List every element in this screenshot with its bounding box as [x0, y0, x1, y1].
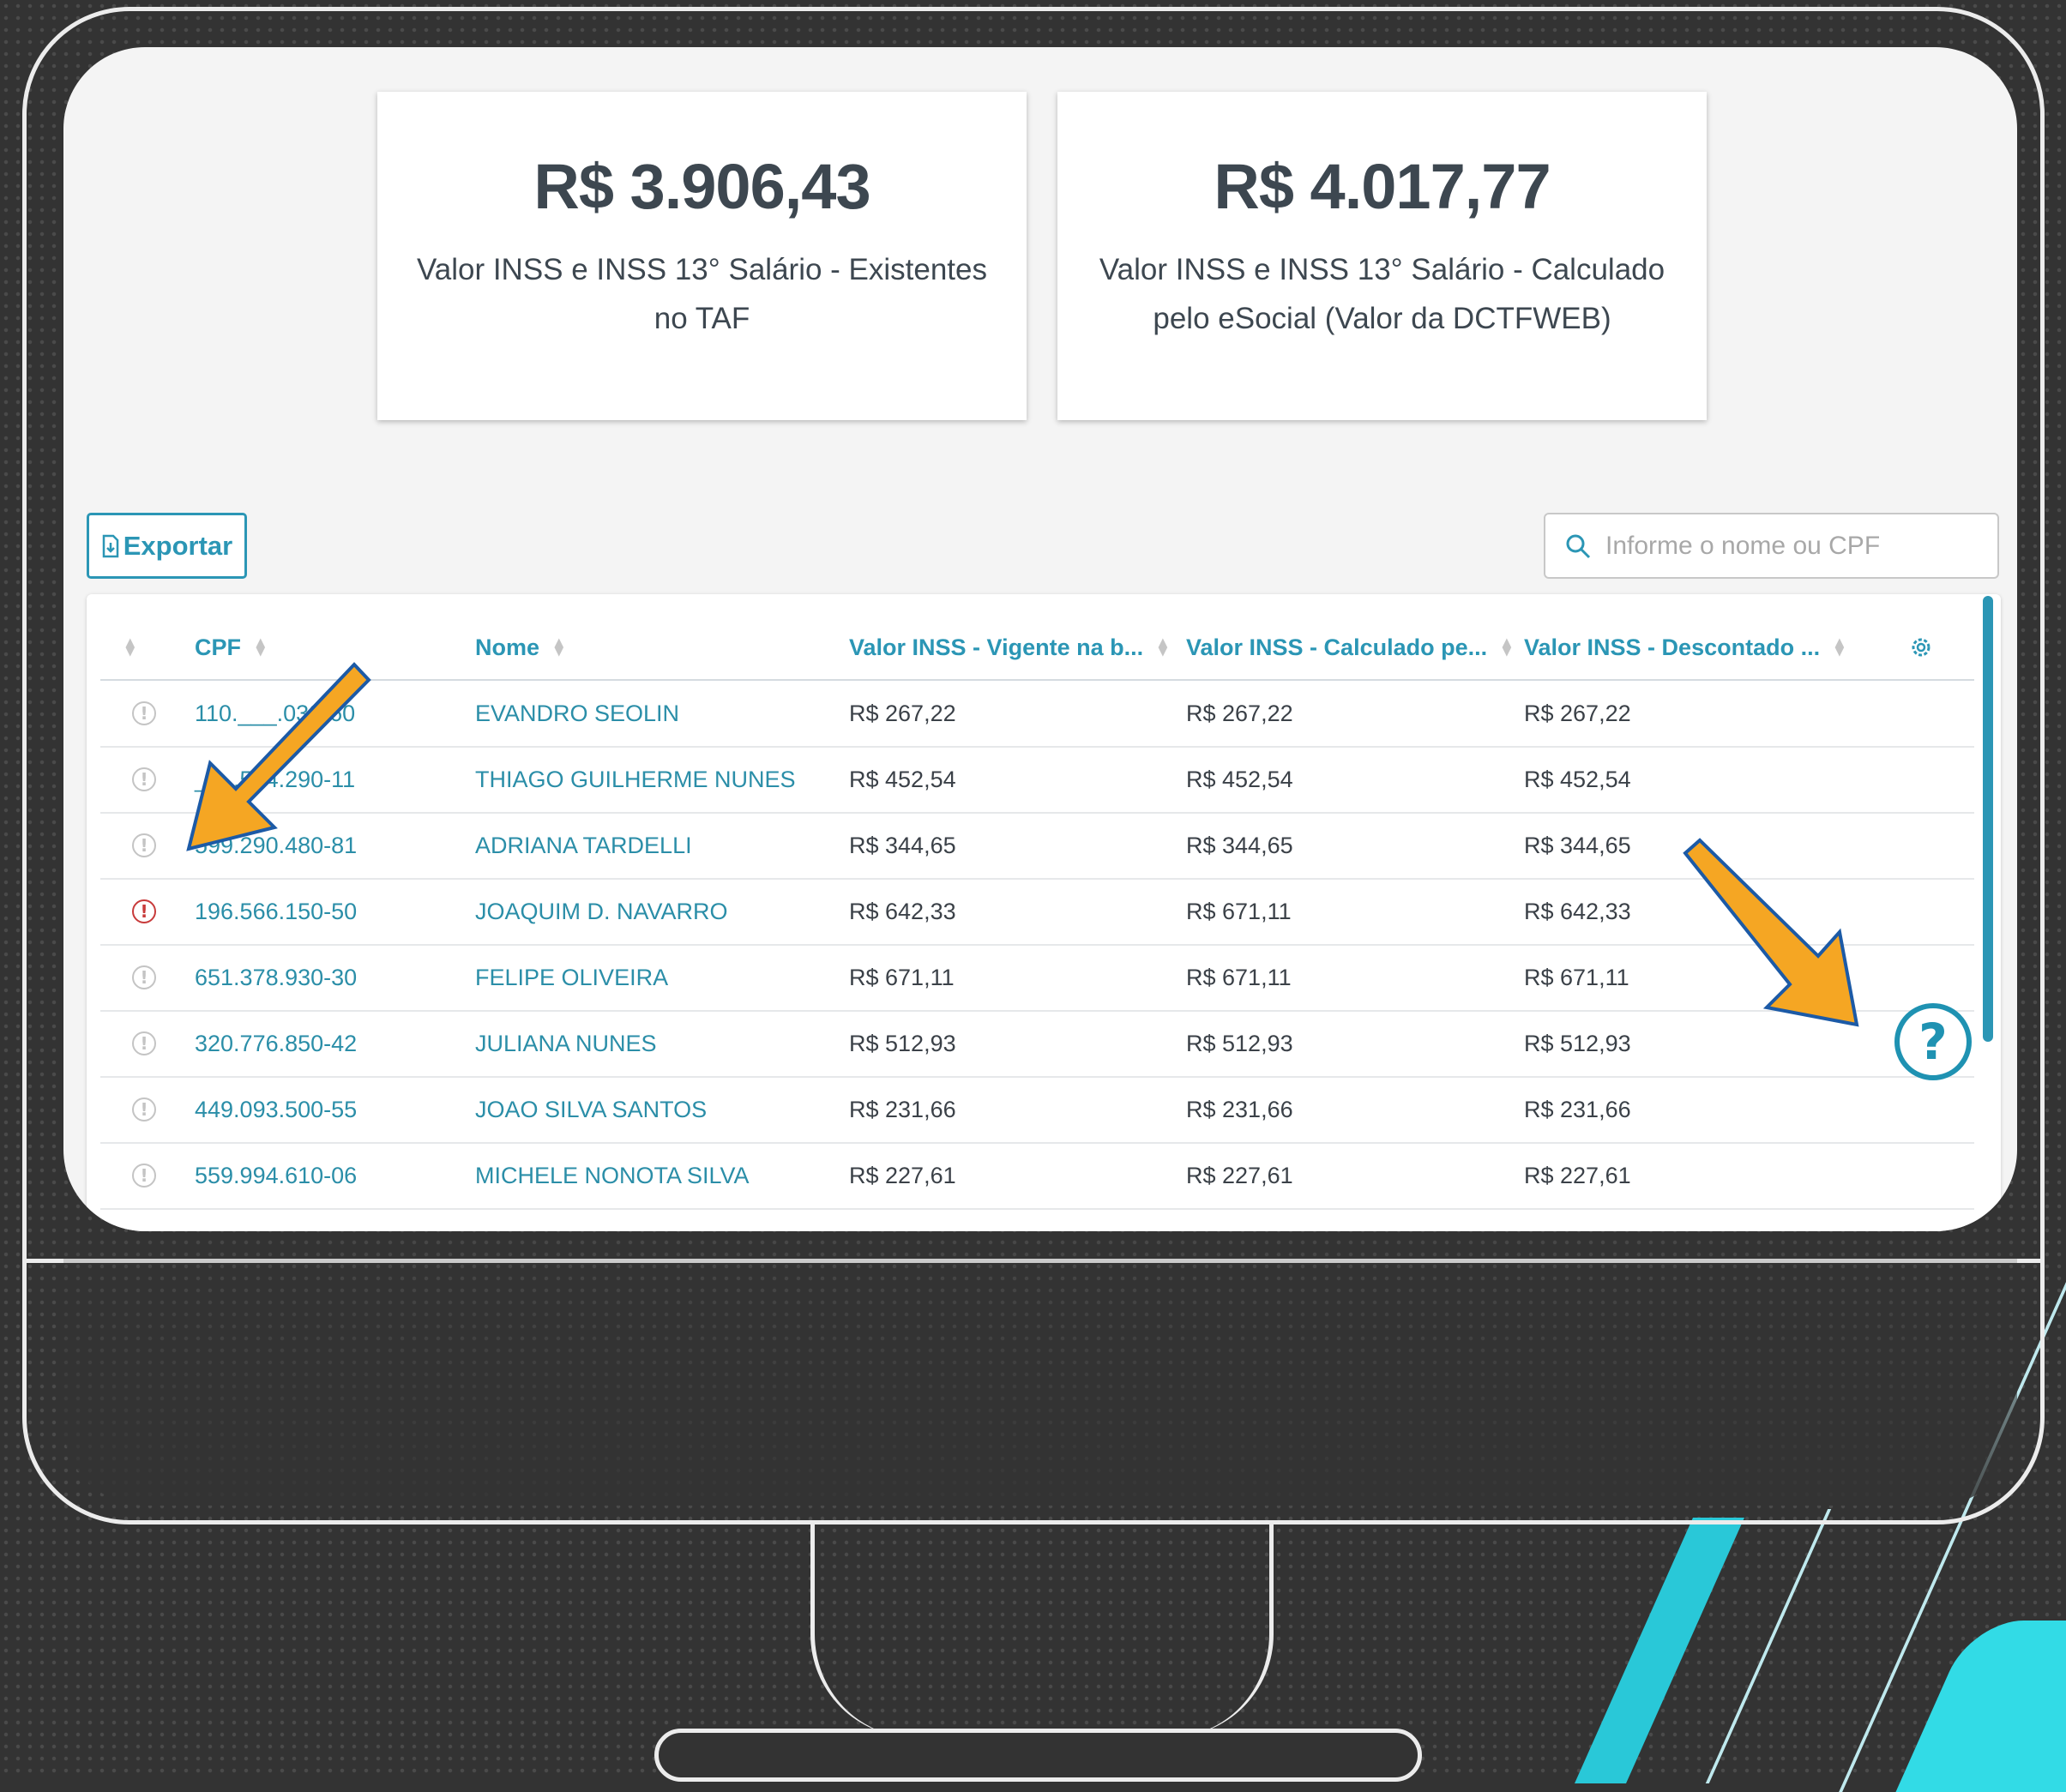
monitor-stand-base: [654, 1729, 1422, 1782]
nome-cell[interactable]: JOAQUIM D. NAVARRO: [475, 879, 728, 944]
vigente-cell: R$ 642,33: [849, 898, 956, 924]
info-alert-icon[interactable]: !: [132, 965, 156, 989]
summary-value: R$ 3.906,43: [533, 151, 870, 222]
status-cell: !: [132, 681, 156, 746]
vigente-cell: R$ 452,54: [849, 766, 956, 792]
column-header-descontado[interactable]: Valor INSS - Descontado ... ▴ ▾: [1524, 616, 1844, 679]
arrow-down-left-icon: [186, 662, 371, 851]
screen-reflection: 559.994.610-06MICHELE NONOTA SILVAR$ 227…: [63, 1231, 2017, 1506]
descontado-cell: R$ 231,66: [1524, 1096, 1631, 1122]
cpf-cell[interactable]: 196.566.150-50: [195, 879, 357, 944]
vigente-cell: R$ 267,22: [849, 700, 956, 726]
table-header: ▴ ▾ CPF ▴ ▾ Nome ▴ ▾ Valor INSS - Vigente n…: [100, 616, 1974, 681]
status-cell: !: [132, 747, 156, 812]
summary-card-esocial: R$ 4.017,77 Valor INSS e INSS 13° Salári…: [1057, 92, 1707, 420]
status-cell: !: [132, 1011, 156, 1076]
descontado-cell: R$ 227,61: [1524, 1162, 1631, 1188]
sort-icon: ▴ ▾: [1159, 634, 1167, 660]
summary-label: Valor INSS e INSS 13° Salário - Calculad…: [1099, 253, 1665, 335]
vigente-cell: R$ 344,65: [849, 832, 956, 858]
vigente-cell: R$ 227,61: [849, 1162, 956, 1188]
sort-icon: ▴ ▾: [555, 634, 563, 660]
column-header-label: Nome: [475, 634, 540, 660]
question-circle-icon[interactable]: ?: [1894, 1003, 1972, 1080]
nome-cell[interactable]: ADRIANA TARDELLI: [475, 813, 692, 878]
sort-icon: ▴ ▾: [1835, 634, 1844, 660]
cpf-cell[interactable]: 651.378.930-30: [195, 945, 357, 1010]
export-label: Exportar: [123, 530, 233, 561]
cpf-cell[interactable]: 320.776.850-42: [195, 1011, 357, 1076]
info-alert-icon[interactable]: !: [132, 1164, 156, 1188]
nome-cell[interactable]: THIAGO GUILHERME NUNES: [475, 747, 796, 812]
summary-card-taf: R$ 3.906,43 Valor INSS e INSS 13° Salári…: [377, 92, 1027, 420]
calculado-cell: R$ 671,11: [1186, 964, 1292, 990]
descontado-cell: R$ 344,65: [1524, 832, 1631, 858]
nome-cell[interactable]: JULIANA NUNES: [475, 1011, 657, 1076]
summary-label: Valor INSS e INSS 13° Salário - Existent…: [416, 253, 988, 335]
app-screen: R$ 3.906,43 Valor INSS e INSS 13° Salári…: [63, 47, 2017, 1231]
descontado-cell: R$ 452,54: [1524, 766, 1631, 792]
info-alert-icon[interactable]: !: [132, 833, 156, 857]
calculado-cell: R$ 344,65: [1186, 832, 1293, 858]
vigente-cell: R$ 671,11: [849, 964, 955, 990]
calculado-cell: R$ 671,11: [1186, 898, 1292, 924]
table-row[interactable]: ! 110.___.030-60 EVANDRO SEOLIN R$ 267,22 R$…: [100, 681, 1974, 748]
arrow-down-right-icon: [1683, 838, 1859, 1027]
calculado-cell: R$ 231,66: [1186, 1096, 1293, 1122]
export-button[interactable]: Exportar: [87, 513, 247, 579]
descontado-cell: R$ 642,33: [1524, 898, 1631, 924]
cpf-cell[interactable]: 449.093.500-55: [195, 1077, 357, 1142]
sort-icon: ▴ ▾: [126, 634, 135, 660]
reflection-fade: [63, 1231, 2017, 1506]
table-row[interactable]: ! ___.564.290-11 THIAGO GUILHERME NUNES R$ …: [100, 747, 1974, 814]
table-scrollbar[interactable]: [1983, 596, 1993, 1042]
column-header-label: Valor INSS - Calculado pe...: [1186, 634, 1488, 660]
nome-cell[interactable]: EVANDRO SEOLIN: [475, 681, 679, 746]
calculado-cell: R$ 512,93: [1186, 1030, 1293, 1056]
sort-icon: ▴ ▾: [1503, 634, 1511, 660]
status-cell: !: [132, 879, 156, 944]
search-icon: [1566, 534, 1591, 558]
status-cell: !: [132, 1077, 156, 1142]
column-header-vigente[interactable]: Valor INSS - Vigente na b... ▴ ▾: [849, 616, 1167, 679]
column-header-calculado[interactable]: Valor INSS - Calculado pe... ▴ ▾: [1186, 616, 1511, 679]
column-header-label: Valor INSS - Vigente na b...: [849, 634, 1144, 660]
status-cell: !: [132, 1143, 156, 1208]
descontado-cell: R$ 512,93: [1524, 1030, 1631, 1056]
calculado-cell: R$ 227,61: [1186, 1162, 1293, 1188]
column-settings-button[interactable]: [1908, 616, 1934, 679]
table-row[interactable]: ! 449.093.500-55 JOAO SILVA SANTOS R$ 231,6…: [100, 1077, 1974, 1144]
file-export-icon: [102, 534, 118, 557]
info-alert-icon[interactable]: !: [132, 1031, 156, 1055]
status-cell: !: [132, 945, 156, 1010]
table-row[interactable]: ! 559.994.610-06 MICHELE NONOTA SILVA R$ 22…: [100, 1143, 1974, 1210]
search-input[interactable]: [1604, 530, 1967, 562]
nome-cell[interactable]: JOAO SILVA SANTOS: [475, 1077, 707, 1142]
info-alert-icon[interactable]: !: [132, 1097, 156, 1122]
info-alert-icon[interactable]: !: [132, 767, 156, 791]
calculado-cell: R$ 267,22: [1186, 700, 1293, 726]
monitor-stand: [810, 1523, 1274, 1737]
error-alert-icon[interactable]: !: [132, 899, 156, 923]
search-box[interactable]: [1544, 513, 1999, 579]
nome-cell[interactable]: FELIPE OLIVEIRA: [475, 945, 668, 1010]
cpf-cell[interactable]: 559.994.610-06: [195, 1143, 357, 1208]
vigente-cell: R$ 512,93: [849, 1030, 956, 1056]
gear-icon: [1912, 638, 1930, 657]
column-header-label: Valor INSS - Descontado ...: [1524, 634, 1821, 660]
vigente-cell: R$ 231,66: [849, 1096, 956, 1122]
summary-value: R$ 4.017,77: [1214, 151, 1551, 222]
info-alert-icon[interactable]: !: [132, 701, 156, 725]
calculado-cell: R$ 452,54: [1186, 766, 1293, 792]
status-cell: !: [132, 813, 156, 878]
descontado-cell: R$ 671,11: [1524, 964, 1629, 990]
sort-status-column[interactable]: ▴ ▾: [126, 616, 135, 679]
descontado-cell: R$ 267,22: [1524, 700, 1631, 726]
column-header-nome[interactable]: Nome ▴ ▾: [475, 616, 563, 679]
nome-cell[interactable]: MICHELE NONOTA SILVA: [475, 1143, 750, 1208]
